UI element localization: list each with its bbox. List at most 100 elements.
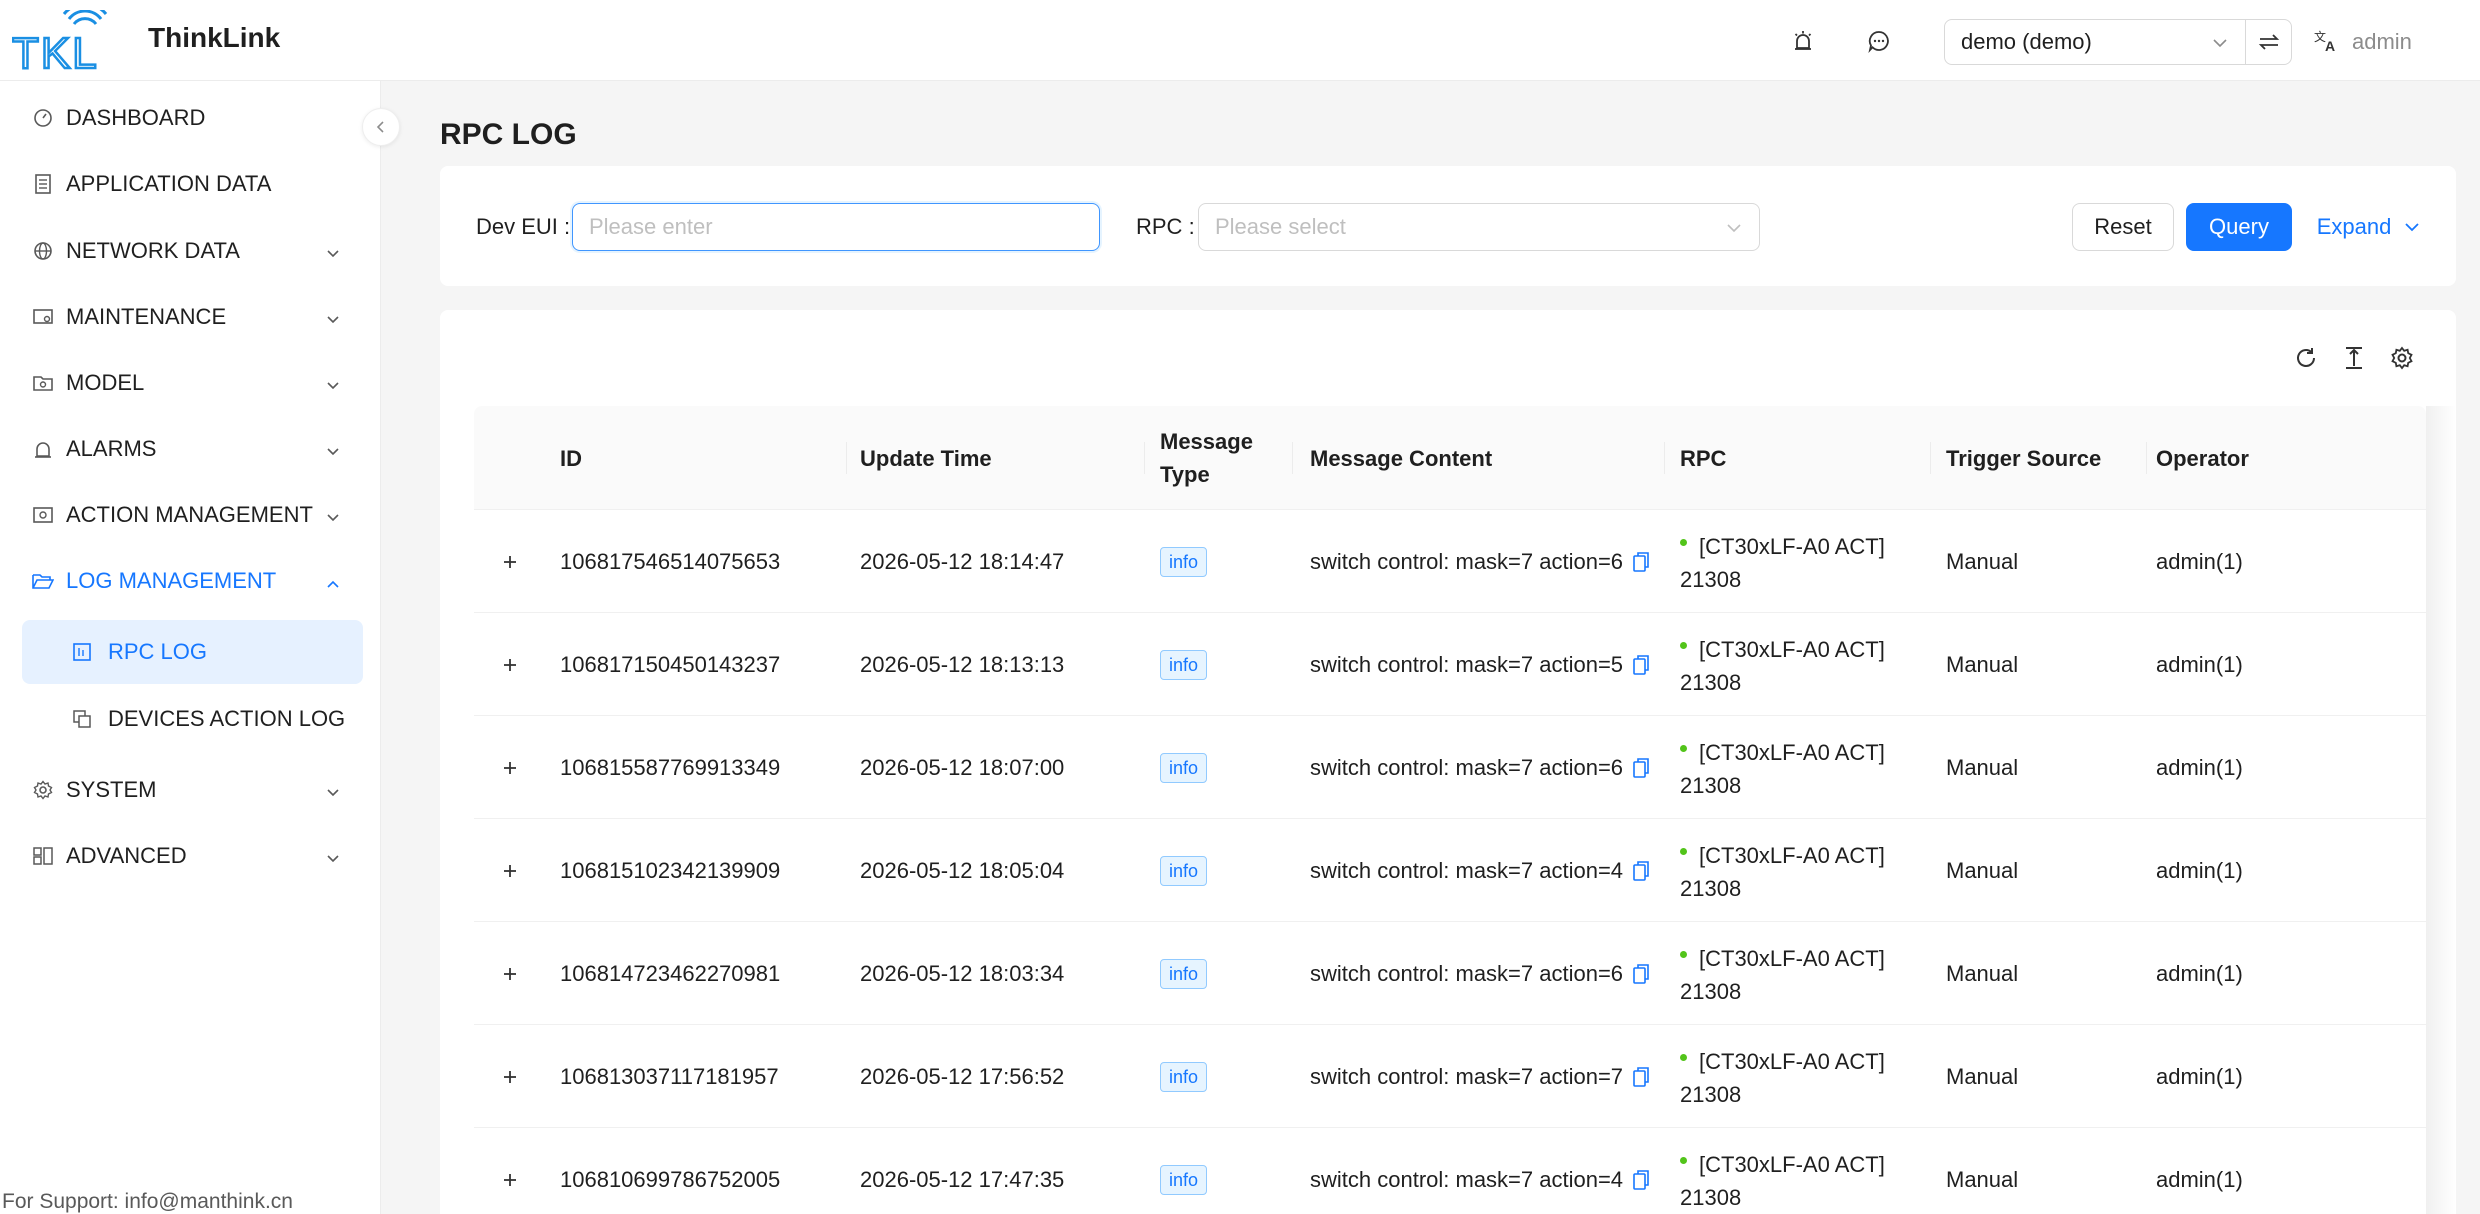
expand-row-button[interactable] [496,754,524,782]
sidebar-item-label: DASHBOARD [66,105,206,130]
column-header-update-time[interactable]: Update Time [860,406,992,510]
cell-trigger-source: Manual [1946,1063,2019,1089]
table-row: 106814723462270981 2026-05-12 18:03:34 i… [474,922,2426,1025]
cell-message-content: switch control: mask=7 action=5 [1310,613,1651,716]
status-dot [1680,744,1687,752]
page-title: RPC LOG [440,118,577,151]
sidebar-item-label: DEVICES ACTION LOG [108,706,346,731]
cell-update-time: 2026-05-12 17:56:52 [860,1063,1065,1089]
top-header: TKL ThinkLink demo (demo) 文A admin [0,0,2480,81]
table-row: 106815102342139909 2026-05-12 18:05:04 i… [474,819,2426,922]
copy-icon[interactable] [1631,551,1651,573]
status-dot [1680,538,1687,546]
expand-row-button[interactable] [496,651,524,679]
scroll-shadow [2426,406,2456,1214]
cell-message-content: switch control: mask=7 action=4 [1310,1128,1651,1214]
alarm-icon[interactable] [1786,24,1820,58]
sidebar-item-advanced[interactable]: ADVANCED [22,825,363,887]
collapse-sidebar-button[interactable] [362,108,400,146]
column-divider [1930,442,1931,474]
sidebar-item-application-data[interactable]: APPLICATION DATA [22,153,363,215]
cell-id: 106814723462270981 [560,960,781,986]
cell-id: 106817546514075653 [560,548,781,574]
column-divider [1292,442,1293,474]
cell-id: 106813037117181957 [560,1063,779,1089]
expand-row-button[interactable] [496,857,524,885]
reload-icon[interactable] [2290,342,2322,374]
expand-row-button[interactable] [496,1063,524,1091]
message-type-tag: info [1160,1061,1208,1092]
column-divider [2146,442,2147,474]
plus-icon [504,1174,516,1186]
cell-update-time: 2026-05-12 18:03:34 [860,960,1065,986]
cell-operator: admin(1) [2156,754,2243,780]
query-button[interactable]: Query [2186,203,2292,251]
cell-operator: admin(1) [2156,548,2243,574]
sidebar: DASHBOARD APPLICATION DATA NETWORK DATA … [0,81,381,1214]
tenant-select-value: demo (demo) [1961,29,2092,54]
column-header-operator[interactable]: Operator [2156,406,2249,510]
sidebar-item-label: MODEL [66,370,145,395]
chevron-down-icon [2405,223,2419,232]
sidebar-item-label: ALARMS [66,436,157,461]
alarm-icon [32,438,54,460]
user-name[interactable]: admin [2352,29,2412,55]
copy-icon[interactable] [1631,1066,1651,1088]
column-header-trigger-source[interactable]: Trigger Source [1946,406,2101,510]
sidebar-item-label: MAINTENANCE [66,304,227,329]
column-header-id[interactable]: ID [560,406,582,510]
action-icon [32,504,54,526]
cell-operator: admin(1) [2156,651,2243,677]
column-header-message-content[interactable]: Message Content [1310,406,1492,510]
cell-message-type: info [1160,510,1208,613]
sidebar-item-model[interactable]: MODEL [22,352,363,414]
column-header-rpc[interactable]: RPC [1680,406,1726,510]
sidebar-item-log-management[interactable]: LOG MANAGEMENT [22,550,363,612]
sidebar-item-network-data[interactable]: NETWORK DATA [22,220,363,282]
sidebar-item-dashboard[interactable]: DASHBOARD [22,87,363,149]
dashboard-icon [32,107,54,129]
cell-trigger-source: Manual [1946,754,2019,780]
chevron-down-icon [325,506,341,532]
status-dot [1680,847,1687,855]
chevron-down-icon [325,440,341,466]
cell-message-type: info [1160,819,1208,922]
switch-tenant-button[interactable] [2245,19,2292,65]
chevron-down-icon [325,242,341,268]
cell-rpc: [CT30xLF-A0 ACT] 21308 [1680,740,1885,798]
expand-row-button[interactable] [496,548,524,576]
model-icon [32,372,54,394]
sidebar-item-maintenance[interactable]: MAINTENANCE [22,286,363,348]
reset-button[interactable]: Reset [2072,203,2174,251]
settings-icon[interactable] [2386,342,2418,374]
expand-button[interactable]: Expand [2314,203,2424,251]
column-height-icon[interactable] [2338,342,2370,374]
cell-message-content: switch control: mask=7 action=6 [1310,716,1651,819]
advanced-icon [32,845,54,867]
sidebar-item-system[interactable]: SYSTEM [22,759,363,821]
sidebar-item-devices-action-log[interactable]: DEVICES ACTION LOG [22,687,363,751]
message-icon[interactable] [1862,24,1896,58]
sidebar-item-rpc-log[interactable]: RPC LOG [22,620,363,684]
copy-icon[interactable] [1631,757,1651,779]
copy-icon[interactable] [1631,963,1651,985]
expand-row-button[interactable] [496,960,524,988]
sidebar-item-action-management[interactable]: ACTION MANAGEMENT [22,484,363,546]
cell-message-type: info [1160,716,1208,819]
chevron-down-icon [2211,32,2229,58]
tenant-select[interactable]: demo (demo) [1944,19,2246,65]
sidebar-item-label: ADVANCED [66,843,187,868]
dev-eui-input[interactable]: Please enter [572,203,1100,251]
language-icon[interactable]: 文A [2310,24,2344,58]
copy-icon[interactable] [1631,654,1651,676]
rpc-select[interactable]: Please select [1198,203,1760,251]
column-header-message-type[interactable]: Message Type [1160,406,1253,510]
sidebar-item-label: RPC LOG [108,639,208,664]
cell-operator: admin(1) [2156,1063,2243,1089]
sidebar-item-alarms[interactable]: ALARMS [22,418,363,480]
copy-icon[interactable] [1631,1169,1651,1191]
message-type-tag: info [1160,958,1208,989]
chevron-down-icon [325,374,341,400]
copy-icon[interactable] [1631,860,1651,882]
expand-row-button[interactable] [496,1166,524,1194]
